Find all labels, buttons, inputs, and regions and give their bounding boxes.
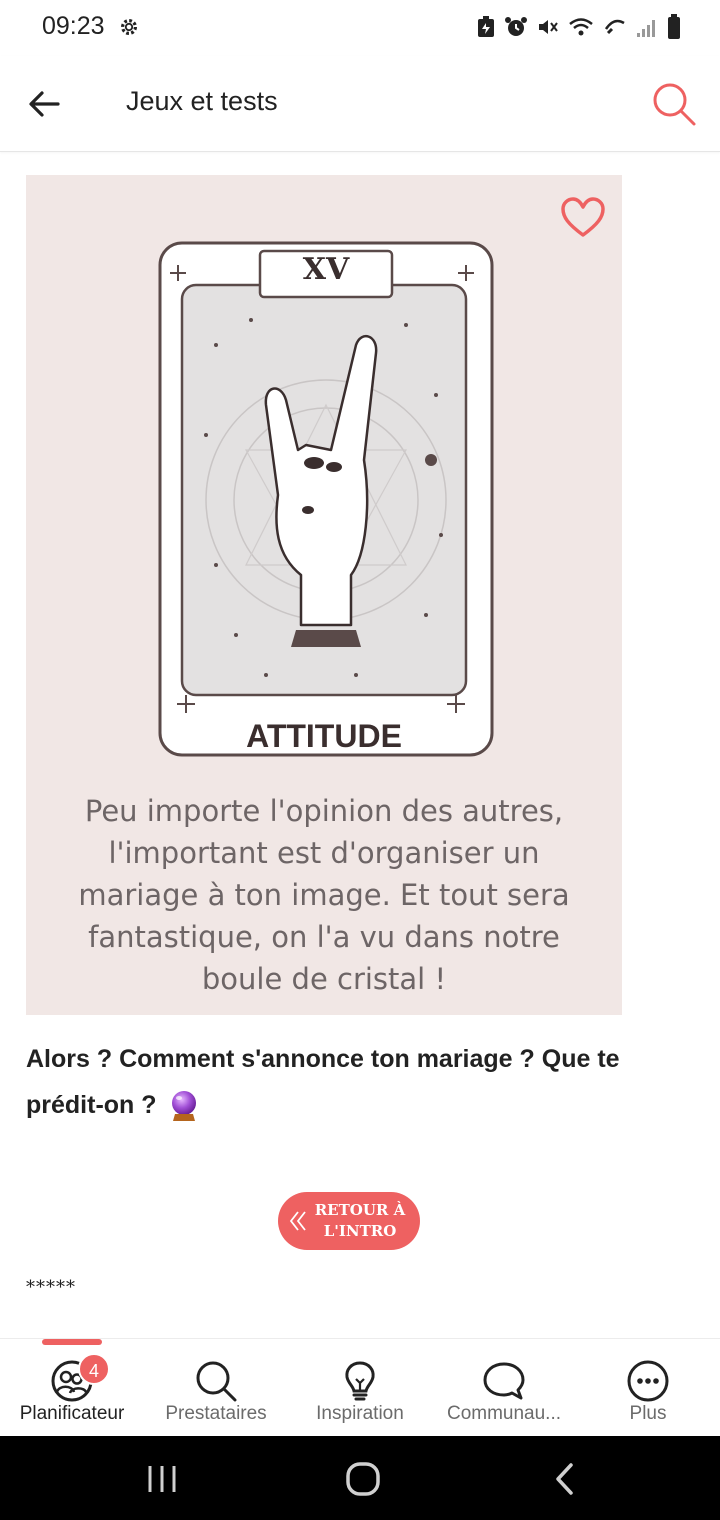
card-caption: Peu importe l'opinion des autres, l'impo…: [46, 790, 602, 1000]
page-title: Jeux et tests: [126, 86, 278, 116]
search-icon[interactable]: [650, 80, 698, 128]
back-to-intro-label: RETOUR À L'INTRO: [308, 1200, 412, 1242]
more-icon: [627, 1360, 669, 1402]
nav-label: Communau...: [446, 1403, 562, 1424]
caption-line: l'important est d'organiser un: [108, 836, 540, 870]
wifi-calling-icon: [604, 19, 625, 35]
nav-item-prestataires[interactable]: Prestataires: [144, 1339, 288, 1437]
nav-item-plus[interactable]: Plus: [576, 1339, 720, 1437]
card-title: ATTITUDE: [246, 718, 402, 754]
nav-label: Plus: [629, 1403, 667, 1424]
nav-label: Inspiration: [316, 1403, 404, 1424]
question-label: Alors ? Comment s'annonce ton mariage ? …: [26, 1045, 620, 1119]
status-bar: 09:23: [0, 0, 720, 56]
system-nav-bar: [0, 1436, 720, 1520]
home-icon[interactable]: [343, 1462, 383, 1496]
notification-badge: 4: [78, 1353, 110, 1385]
rating-stars-text: *****: [26, 1277, 76, 1298]
caption-line: boule de cristal !: [201, 962, 447, 996]
battery-icon: [668, 14, 680, 39]
chat-bubble-icon: [483, 1362, 525, 1400]
status-time: 09:23: [42, 12, 105, 40]
back-to-intro-line1: RETOUR À: [314, 1201, 406, 1219]
article-image: XV ATTITUDE Peu importe l'opinion des au…: [26, 175, 622, 1015]
status-icons: [476, 14, 682, 40]
mute-icon: [539, 20, 558, 34]
nav-item-communaute[interactable]: Communau...: [432, 1339, 576, 1437]
nav-item-planificateur[interactable]: 4 Planificateur: [0, 1339, 144, 1437]
back-icon[interactable]: [545, 1462, 585, 1496]
card-numeral: XV: [303, 252, 350, 287]
signal-icon: [637, 20, 655, 37]
search-icon: [196, 1361, 237, 1402]
question-text: Alors ? Comment s'annonce ton mariage ? …: [26, 1036, 696, 1128]
app-header: Jeux et tests: [0, 56, 720, 152]
double-chevron-left-icon: [289, 1211, 306, 1231]
recent-apps-icon[interactable]: [142, 1462, 182, 1496]
crystal-ball-icon: [172, 1091, 197, 1122]
back-to-intro-button[interactable]: RETOUR À L'INTRO: [278, 1192, 420, 1250]
caption-line: fantastique, on l'a vu dans notre: [88, 920, 560, 954]
bottom-nav: 4 Planificateur Prestataires Inspiration…: [0, 1338, 720, 1436]
settings-gear-icon: [120, 18, 138, 36]
battery-saver-icon: [478, 16, 494, 37]
nav-label: Prestataires: [165, 1403, 267, 1424]
nav-item-inspiration[interactable]: Inspiration: [288, 1339, 432, 1437]
wifi-icon: [569, 18, 593, 36]
lightbulb-icon: [345, 1361, 375, 1401]
nav-label: Planificateur: [19, 1403, 125, 1424]
back-to-intro-line2: L'INTRO: [323, 1222, 397, 1240]
caption-line: Peu importe l'opinion des autres,: [84, 794, 564, 828]
caption-line: mariage à ton image. Et tout sera: [78, 878, 570, 912]
alarm-icon: [505, 17, 527, 36]
back-arrow-icon[interactable]: [24, 84, 64, 124]
